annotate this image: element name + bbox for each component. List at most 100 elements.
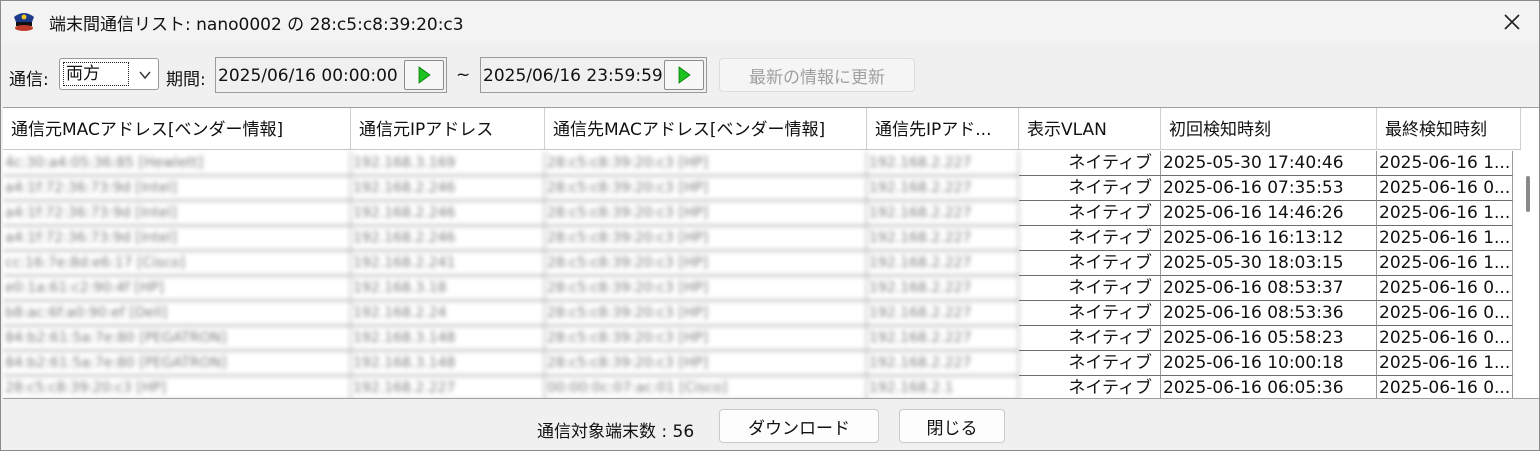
cell-last-seen: 2025-06-16 1... xyxy=(1377,151,1513,176)
table-row[interactable]: 84:b2:61:5a:7e:80 [PEGATRON] 192.168.3.14… xyxy=(3,351,1513,376)
cell-dst-ip: 192.168.2.227 xyxy=(867,176,1019,201)
cell-first-seen: 2025-06-16 14:46:26 xyxy=(1161,201,1377,226)
column-header-first-seen[interactable]: 初回検知時刻 xyxy=(1161,108,1377,150)
cell-last-seen: 2025-06-16 1... xyxy=(1377,251,1513,276)
table-row[interactable]: b8:ac:6f:a0:90:ef [Dell] 192.168.2.24 28:c… xyxy=(3,301,1513,326)
cell-vlan: ネイティブ xyxy=(1019,351,1161,376)
cell-dst-ip: 192.168.2.227 xyxy=(867,276,1019,301)
cell-last-seen: 2025-06-16 1... xyxy=(1377,351,1513,376)
cell-src-mac: e0:1a:61:c2:90:4f [HP] xyxy=(3,276,351,301)
play-arrow-icon xyxy=(418,66,431,84)
table-row[interactable]: a4:1f:72:36:73:9d [Intel] 192.168.2.246 28… xyxy=(3,201,1513,226)
cell-dst-ip: 192.168.2.227 xyxy=(867,351,1019,376)
footer-bar: 通信対象端末数 : 56 ダウンロード 閉じる xyxy=(1,405,1539,449)
cell-src-ip: 192.168.2.246 xyxy=(351,176,545,201)
cell-src-mac: 4c:30:a4:05:36:85 [Hewlett] xyxy=(3,151,351,176)
cell-dst-ip: 192.168.2.227 xyxy=(867,226,1019,251)
cell-src-ip: 192.168.2.241 xyxy=(351,251,545,276)
cell-last-seen: 2025-06-16 0... xyxy=(1377,301,1513,326)
vertical-scrollbar[interactable] xyxy=(1517,151,1539,398)
table-row[interactable]: cc:16:7e:8d:e6:17 [Cisco] 192.168.2.241 28… xyxy=(3,251,1513,276)
cell-dst-mac: 00:00:0c:07:ac:01 [Cisco] xyxy=(545,376,867,398)
close-button[interactable]: 閉じる xyxy=(899,409,1005,443)
cell-src-ip: 192.168.3.169 xyxy=(351,151,545,176)
communication-list-window: 端末間通信リスト: nano0002 の 28:c5:c8:39:20:c3 通… xyxy=(0,0,1540,451)
start-datetime-value: 2025/06/16 00:00:00 xyxy=(218,66,398,86)
cell-dst-mac: 28:c5:c8:39:20:c3 [HP] xyxy=(545,201,867,226)
table-row[interactable]: e0:1a:61:c2:90:4f [HP] 192.168.3.18 28:c5:… xyxy=(3,276,1513,301)
cell-vlan: ネイティブ xyxy=(1019,201,1161,226)
cell-vlan: ネイティブ xyxy=(1019,151,1161,176)
column-header-dst-mac[interactable]: 通信先MACアドレス[ベンダー情報] xyxy=(545,108,867,150)
cell-src-mac: b8:ac:6f:a0:90:ef [Dell] xyxy=(3,301,351,326)
refresh-button[interactable]: 最新の情報に更新 xyxy=(719,58,915,92)
cell-last-seen: 2025-06-16 1... xyxy=(1377,226,1513,251)
cell-src-mac: 84:b2:61:5a:7e:80 [PEGATRON] xyxy=(3,351,351,376)
close-icon xyxy=(1504,14,1520,30)
cell-vlan: ネイティブ xyxy=(1019,251,1161,276)
start-datetime-field[interactable]: 2025/06/16 00:00:00 xyxy=(215,57,447,93)
cell-dst-mac: 28:c5:c8:39:20:c3 [HP] xyxy=(545,226,867,251)
table-row[interactable]: 84:b2:61:5a:7e:80 [PEGATRON] 192.168.3.14… xyxy=(3,326,1513,351)
police-cap-icon xyxy=(14,13,34,31)
table-row[interactable]: a4:1f:72:36:73:9d [Intel] 192.168.2.246 28… xyxy=(3,226,1513,251)
cell-src-mac: cc:16:7e:8d:e6:17 [Cisco] xyxy=(3,251,351,276)
column-header-vlan[interactable]: 表示VLAN xyxy=(1019,108,1161,150)
end-datetime-picker-button[interactable] xyxy=(664,60,704,90)
cell-first-seen: 2025-06-16 10:00:18 xyxy=(1161,351,1377,376)
cell-vlan: ネイティブ xyxy=(1019,301,1161,326)
cell-src-ip: 192.168.2.246 xyxy=(351,201,545,226)
cell-src-ip: 192.168.2.227 xyxy=(351,376,545,398)
cell-dst-mac: 28:c5:c8:39:20:c3 [HP] xyxy=(545,176,867,201)
cell-vlan: ネイティブ xyxy=(1019,376,1161,398)
cell-vlan: ネイティブ xyxy=(1019,176,1161,201)
direction-label: 通信: xyxy=(9,70,49,90)
cell-src-ip: 192.168.3.148 xyxy=(351,351,545,376)
cell-first-seen: 2025-06-16 08:53:36 xyxy=(1161,301,1377,326)
close-window-button[interactable] xyxy=(1485,1,1539,43)
communication-table: 通信元MACアドレス[ベンダー情報] 通信元IPアドレス 通信先MACアドレス[… xyxy=(3,107,1539,399)
column-header-dst-ip[interactable]: 通信先IPアド... xyxy=(867,108,1019,150)
cell-last-seen: 2025-06-16 0... xyxy=(1377,326,1513,351)
cell-first-seen: 2025-06-16 07:35:53 xyxy=(1161,176,1377,201)
cell-src-ip: 192.168.3.148 xyxy=(351,326,545,351)
cell-dst-mac: 28:c5:c8:39:20:c3 [HP] xyxy=(545,276,867,301)
window-title: 端末間通信リスト: nano0002 の 28:c5:c8:39:20:c3 xyxy=(49,15,464,35)
cell-src-ip: 192.168.2.246 xyxy=(351,226,545,251)
cell-vlan: ネイティブ xyxy=(1019,226,1161,251)
cell-dst-mac: 28:c5:c8:39:20:c3 [HP] xyxy=(545,326,867,351)
cell-dst-ip: 192.168.2.227 xyxy=(867,151,1019,176)
column-header-last-seen[interactable]: 最終検知時刻 xyxy=(1377,108,1521,150)
filter-toolbar: 通信: 両方 期間: 2025/06/16 00:00:00 ~ 2025/06… xyxy=(1,53,1539,97)
cell-dst-ip: 192.168.2.227 xyxy=(867,326,1019,351)
cell-last-seen: 2025-06-16 1... xyxy=(1377,201,1513,226)
column-header-src-ip[interactable]: 通信元IPアドレス xyxy=(351,108,545,150)
cell-src-mac: 28:c5:c8:39:20:c3 [HP] xyxy=(3,376,351,398)
scrollbar-thumb[interactable] xyxy=(1526,176,1530,212)
title-bar: 端末間通信リスト: nano0002 の 28:c5:c8:39:20:c3 xyxy=(1,1,1539,43)
cell-src-mac: 84:b2:61:5a:7e:80 [PEGATRON] xyxy=(3,326,351,351)
cell-last-seen: 2025-06-16 0... xyxy=(1377,376,1513,398)
cell-vlan: ネイティブ xyxy=(1019,276,1161,301)
table-row[interactable]: 28:c5:c8:39:20:c3 [HP] 192.168.2.227 00:00… xyxy=(3,376,1513,398)
start-datetime-picker-button[interactable] xyxy=(404,60,444,90)
cell-dst-ip: 192.168.2.227 xyxy=(867,201,1019,226)
cell-src-mac: a4:1f:72:36:73:9d [Intel] xyxy=(3,201,351,226)
cell-first-seen: 2025-06-16 06:05:36 xyxy=(1161,376,1377,398)
play-arrow-icon xyxy=(678,66,691,84)
column-header-src-mac[interactable]: 通信元MACアドレス[ベンダー情報] xyxy=(3,108,351,150)
end-datetime-field[interactable]: 2025/06/16 23:59:59 xyxy=(480,57,707,93)
table-row[interactable]: 4c:30:a4:05:36:85 [Hewlett] 192.168.3.169… xyxy=(3,151,1513,176)
direction-select[interactable]: 両方 xyxy=(59,58,159,90)
cell-first-seen: 2025-06-16 05:58:23 xyxy=(1161,326,1377,351)
range-separator: ~ xyxy=(456,65,471,85)
download-button[interactable]: ダウンロード xyxy=(719,409,879,443)
table-header: 通信元MACアドレス[ベンダー情報] 通信元IPアドレス 通信先MACアドレス[… xyxy=(3,108,1521,150)
cell-src-mac: a4:1f:72:36:73:9d [Intel] xyxy=(3,176,351,201)
cell-dst-mac: 28:c5:c8:39:20:c3 [HP] xyxy=(545,301,867,326)
end-datetime-value: 2025/06/16 23:59:59 xyxy=(483,66,663,86)
cell-dst-mac: 28:c5:c8:39:20:c3 [HP] xyxy=(545,151,867,176)
table-row[interactable]: a4:1f:72:36:73:9d [Intel] 192.168.2.246 28… xyxy=(3,176,1513,201)
cell-first-seen: 2025-06-16 08:53:37 xyxy=(1161,276,1377,301)
chevron-down-icon xyxy=(139,71,151,80)
